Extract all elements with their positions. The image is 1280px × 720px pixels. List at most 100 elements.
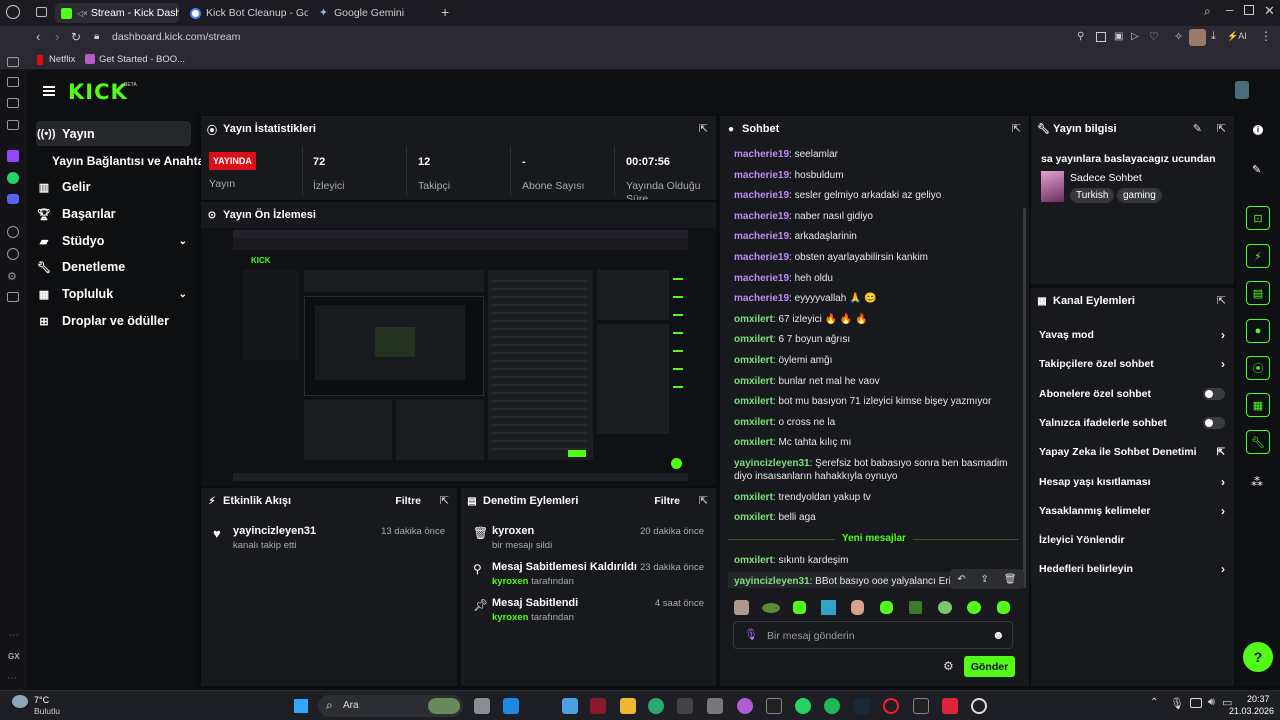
tray-chevron-icon[interactable]: ⌃ — [1150, 697, 1158, 708]
chat-message[interactable]: omxilert: trendyoldan yakup tv — [734, 491, 1014, 504]
clock-time[interactable]: 20:37 — [1247, 694, 1270, 704]
hamburger-menu-icon[interactable] — [43, 86, 55, 88]
opera-gx-icon[interactable] — [883, 698, 899, 714]
chat-username[interactable]: omxilert — [734, 437, 773, 448]
maximize-icon[interactable] — [1244, 5, 1254, 15]
app-icon[interactable] — [503, 698, 519, 714]
clock-date[interactable]: 21.03.2026 — [1229, 706, 1274, 716]
clock-icon[interactable] — [7, 248, 19, 260]
chat-message[interactable]: omxilert: bot mu basıyon 71 izleyici kim… — [734, 395, 1014, 408]
chat-message[interactable]: omxilert: bunlar net mal he vaov — [734, 375, 1014, 388]
chat-message[interactable]: macherie19: obsten ayarlayabilirsin kank… — [734, 251, 1014, 264]
workspace-icon[interactable] — [7, 57, 19, 67]
spotify-icon[interactable] — [824, 698, 840, 714]
edit-icon[interactable]: ✎ — [1193, 122, 1202, 135]
moderation-user[interactable]: kyroxen — [492, 612, 528, 623]
chat-settings-icon[interactable]: ⚙ — [943, 659, 954, 673]
emote-icon[interactable] — [734, 600, 749, 615]
nav-item-stream[interactable]: ((•)) Yayın — [37, 122, 95, 146]
chat-message[interactable]: omxilert: sıkıntı kardeşim — [734, 554, 1014, 567]
channel-action-row[interactable]: Hesap yaşı kısıtlaması › — [1039, 473, 1225, 491]
chat-message[interactable]: macherie19: hosbuldum — [734, 169, 1014, 182]
more-options-icon[interactable]: ⋯ — [7, 673, 17, 684]
channel-action-row[interactable]: Yavaş mod › — [1039, 326, 1225, 344]
bookmark-get-started[interactable]: Get Started - BOO... — [99, 54, 185, 65]
kick-logo[interactable]: KICK — [68, 80, 128, 104]
favorite-icon[interactable]: ♡ — [1149, 30, 1159, 43]
taskbar-search[interactable]: ⌕ Ara — [318, 695, 463, 717]
chat-username[interactable]: omxilert — [734, 334, 773, 345]
chat-bubble-icon[interactable]: ● — [1246, 319, 1270, 343]
category-thumbnail[interactable] — [1041, 171, 1064, 202]
weather-temp[interactable]: 7°C — [34, 695, 49, 705]
settings-icon[interactable]: ⚙ — [7, 270, 17, 283]
toggle-switch[interactable] — [1203, 387, 1225, 400]
discord-icon[interactable] — [7, 194, 19, 204]
tag-pill[interactable]: Turkish — [1070, 188, 1115, 203]
pin-message-icon[interactable]: ⇪ — [981, 574, 989, 585]
windows-start-icon[interactable] — [293, 698, 309, 714]
channel-action-row[interactable]: Hedefleri belirleyin › — [1039, 560, 1225, 578]
reload-icon[interactable]: ↻ — [71, 30, 81, 44]
channel-action-row[interactable]: İzleyici Yönlendir — [1039, 531, 1225, 549]
network-icon[interactable] — [1190, 698, 1202, 708]
chat-message[interactable]: omxilert: 6 7 boyun ağrısı — [734, 333, 1014, 346]
app-icon[interactable] — [562, 698, 578, 714]
broadcast-icon[interactable]: ⦿ — [1246, 356, 1270, 380]
help-button[interactable]: ? — [1243, 642, 1273, 672]
whatsapp-icon[interactable] — [795, 698, 811, 714]
play-icon[interactable]: ▷ — [1131, 31, 1139, 42]
file-explorer-icon[interactable] — [620, 698, 636, 714]
back-icon[interactable]: ‹ — [36, 29, 40, 44]
emote-icon[interactable] — [997, 601, 1010, 614]
wrench-icon[interactable]: 🔧︎ — [1246, 430, 1270, 454]
emote-icon[interactable] — [967, 601, 981, 614]
nav-item-stream-key[interactable]: Yayın Bağlantısı ve Anahtarı — [52, 149, 212, 173]
chat-username[interactable]: macherie19 — [734, 211, 789, 222]
shuffle-icon[interactable]: ⁂ — [1251, 475, 1263, 489]
nav-item-revenue[interactable]: ▥ Gelir — [37, 175, 91, 199]
app-icon[interactable] — [942, 698, 958, 714]
chat-message[interactable]: macherie19: seelamlar — [734, 148, 1014, 161]
emote-icon[interactable] — [762, 603, 780, 613]
user-avatar[interactable] — [1235, 81, 1249, 99]
microphone-tray-icon[interactable]: 🎙︎ — [1170, 697, 1184, 710]
category-name[interactable]: Sadece Sohbet — [1070, 172, 1142, 184]
tabs-icon[interactable] — [7, 77, 19, 87]
popout-icon[interactable]: ⇱ — [1217, 294, 1226, 307]
chat-message[interactable]: macherie19: naber nasıl gidiyo — [734, 210, 1014, 223]
chat-username[interactable]: macherie19 — [734, 190, 789, 201]
wallet-icon[interactable] — [7, 292, 19, 302]
chat-username[interactable]: macherie19 — [734, 231, 789, 242]
nav-item-moderation[interactable]: 🔧︎ Denetleme — [37, 255, 125, 279]
chat-message[interactable]: yayincizleyen31: Şerefsiz bot babasıyo s… — [734, 457, 1014, 483]
microphone-icon[interactable]: 🎙︎ — [744, 628, 758, 641]
app-icon[interactable] — [707, 698, 723, 714]
popout-icon[interactable]: ⇱ — [440, 494, 449, 507]
app-icon[interactable] — [737, 698, 753, 714]
tab-kick-dashboard[interactable]: ◁× Stream - Kick Dashbo — [55, 3, 179, 23]
lightning-icon[interactable]: ⚡︎ — [1246, 244, 1270, 268]
app-icon[interactable] — [677, 698, 693, 714]
chat-message[interactable]: macherie19: sesler gelmiyo arkadaki az g… — [734, 189, 1014, 202]
history-icon[interactable] — [7, 98, 19, 108]
emoji-icon[interactable]: ☻ — [992, 628, 1005, 642]
popout-icon[interactable]: ⇱ — [1217, 122, 1226, 135]
send-button[interactable]: Gönder — [964, 656, 1015, 677]
chat-username[interactable]: omxilert — [734, 376, 773, 387]
nav-item-community[interactable]: ▦ Topluluk ⌄ — [37, 282, 187, 306]
info-icon[interactable]: i — [1253, 125, 1263, 135]
nav-item-drops[interactable]: ⊞ Droplar ve ödüller — [37, 309, 169, 333]
channel-action-row[interactable]: Yalnızca ifadelerle sohbet — [1039, 414, 1225, 432]
channel-action-row[interactable]: Abonelere özel sohbet — [1039, 385, 1225, 403]
forward-icon[interactable]: › — [55, 29, 59, 44]
reply-icon[interactable]: ↶ — [957, 574, 965, 585]
extensions-icon[interactable]: ✧ — [1174, 30, 1183, 43]
search-tabs-icon[interactable]: ⌕ — [1204, 4, 1211, 19]
channel-action-row[interactable]: Yapay Zeka ile Sohbet Denetimi ⇱ — [1039, 443, 1225, 461]
steam-icon[interactable] — [854, 698, 870, 714]
twitch-icon[interactable] — [7, 150, 19, 162]
chat-message[interactable]: omxilert: belli aga — [734, 511, 1014, 524]
chat-message[interactable]: macherie19: eyyyyvallah 🙏 😊 — [734, 292, 1014, 305]
chat-username[interactable]: macherie19 — [734, 170, 789, 181]
